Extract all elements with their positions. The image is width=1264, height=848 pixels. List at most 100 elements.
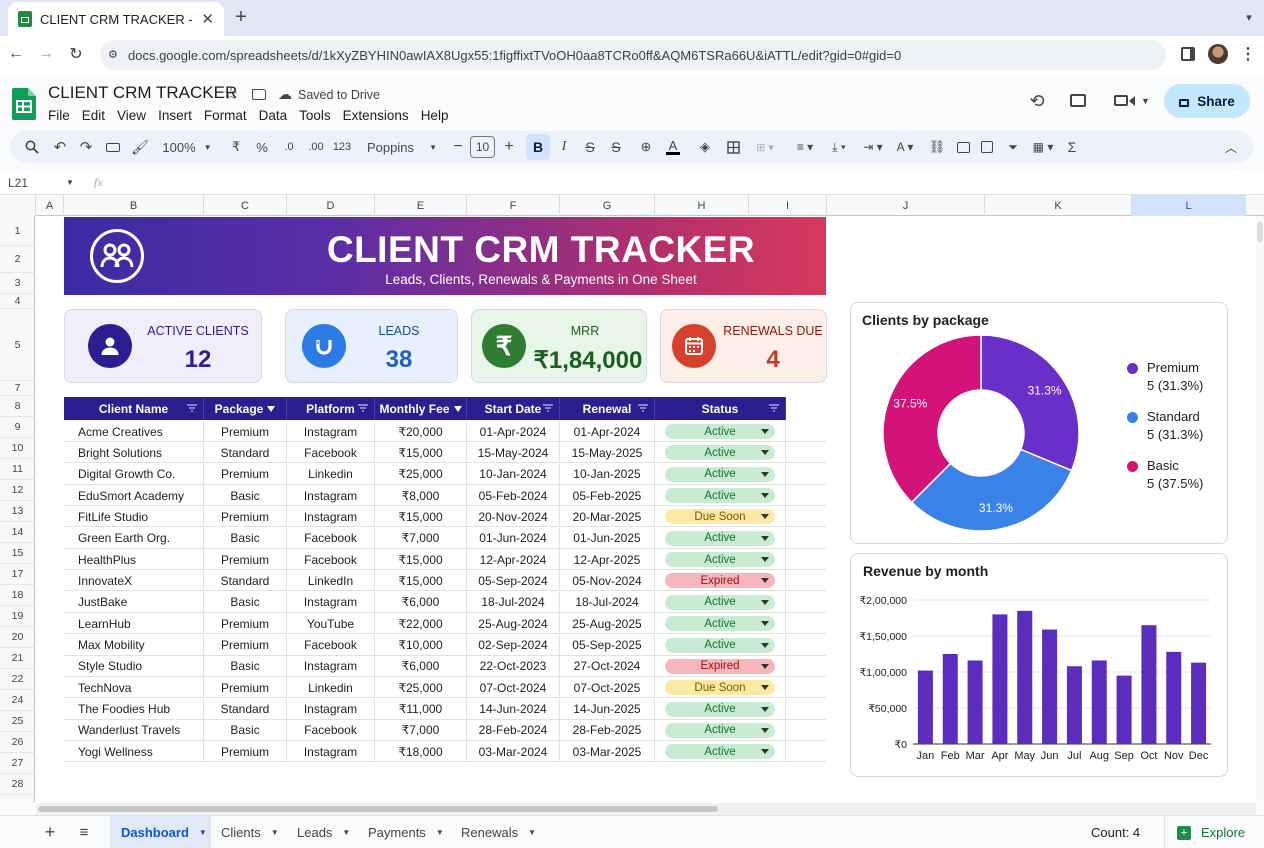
document-title[interactable]: CLIENT CRM TRACKER	[48, 83, 237, 103]
menu-insert[interactable]: Insert	[158, 108, 192, 123]
font-size-input[interactable]: 10	[470, 136, 495, 158]
row-header[interactable]: 3	[0, 273, 35, 294]
name-box[interactable]: L21	[8, 176, 28, 190]
cell-renewal[interactable]: 05-Nov-2024	[560, 570, 655, 592]
cell-renewal[interactable]: 05-Sep-2025	[560, 634, 655, 656]
vertical-scrollbar[interactable]	[1256, 216, 1264, 803]
cell-start-date[interactable]: 03-Mar-2024	[467, 741, 560, 763]
cell-platform[interactable]: Instagram	[287, 741, 375, 763]
cell-client-name[interactable]: JustBake	[64, 591, 204, 613]
status-chip[interactable]: Expired	[665, 658, 775, 674]
bar-oct[interactable]	[1141, 625, 1157, 744]
fill-color-icon[interactable]: ◈	[696, 131, 714, 163]
new-tab-icon[interactable]: +	[230, 6, 252, 28]
column-header-e[interactable]: E	[375, 195, 467, 216]
row-header[interactable]: 10	[0, 438, 35, 459]
decrease-font-size-button[interactable]: −	[451, 131, 465, 163]
cell-renewal[interactable]: 12-Apr-2025	[560, 549, 655, 571]
cell-client-name[interactable]: FitLife Studio	[64, 506, 204, 528]
cell-client-name[interactable]: LearnHub	[64, 613, 204, 635]
cell-platform[interactable]: Facebook	[287, 527, 375, 549]
cell-renewal[interactable]: 01-Jun-2025	[560, 527, 655, 549]
bar-sep[interactable]	[1116, 675, 1132, 744]
cell-status[interactable]: Due Soon	[655, 506, 786, 528]
cell-package[interactable]: Standard	[204, 570, 287, 592]
cell-start-date[interactable]: 12-Apr-2024	[467, 549, 560, 571]
row-header[interactable]: 11	[0, 459, 35, 480]
column-header-b[interactable]: B	[64, 195, 204, 216]
cell-platform[interactable]: Instagram	[287, 655, 375, 677]
header-status[interactable]: Status	[655, 397, 786, 420]
site-info-icon[interactable]: ⚙	[108, 48, 120, 61]
search-menus-icon[interactable]	[22, 131, 42, 163]
star-icon[interactable]: ☆	[222, 85, 240, 103]
row-header[interactable]: 15	[0, 543, 35, 564]
sheets-logo-icon[interactable]	[12, 88, 36, 120]
cell-renewal[interactable]: 07-Oct-2025	[560, 677, 655, 699]
pie-slice-premium[interactable]	[980, 334, 1080, 472]
cell-package[interactable]: Basic	[204, 591, 287, 613]
all-sheets-icon[interactable]: ≡	[76, 824, 92, 841]
bar-nov[interactable]	[1166, 651, 1182, 744]
cell-package[interactable]: Premium	[204, 741, 287, 763]
cell-platform[interactable]: Instagram	[287, 591, 375, 613]
cell-renewal[interactable]: 01-Apr-2024	[560, 421, 655, 442]
sheet-tab-payments[interactable]: Payments ▼	[368, 816, 444, 848]
status-chip[interactable]: Due Soon	[665, 509, 775, 525]
cell-monthly-fee[interactable]: ₹15,000	[375, 549, 467, 571]
filter-views-icon[interactable]: ▦ ▾	[1028, 131, 1058, 163]
status-chip[interactable]: Expired	[665, 573, 775, 589]
filter-icon[interactable]	[769, 404, 779, 412]
cell-client-name[interactable]: TechNova	[64, 677, 204, 699]
bar-apr[interactable]	[992, 614, 1008, 744]
row-header[interactable]: 19	[0, 606, 35, 627]
insert-link-icon[interactable]: ⛓	[928, 131, 946, 163]
filter-icon[interactable]	[358, 404, 368, 412]
cell-platform[interactable]: LinkedIn	[287, 570, 375, 592]
status-chip[interactable]: Active	[665, 701, 775, 717]
cell-platform[interactable]: Instagram	[287, 506, 375, 528]
cell-platform[interactable]: Facebook	[287, 634, 375, 656]
cell-status[interactable]: Active	[655, 421, 786, 442]
sheet-tab-leads[interactable]: Leads ▼	[297, 816, 350, 848]
row-header[interactable]: 13	[0, 501, 35, 522]
cell-platform[interactable]: Instagram	[287, 421, 375, 442]
menu-extensions[interactable]: Extensions	[343, 108, 409, 123]
cell-renewal[interactable]: 27-Oct-2024	[560, 655, 655, 677]
cell-start-date[interactable]: 10-Jan-2024	[467, 463, 560, 485]
cell-start-date[interactable]: 20-Nov-2024	[467, 506, 560, 528]
cell-client-name[interactable]: Max Mobility	[64, 634, 204, 656]
text-rotation-icon[interactable]: A ▾	[890, 131, 920, 163]
decrease-decimal-button[interactable]: .0	[280, 131, 298, 163]
cell-status[interactable]: Active	[655, 719, 786, 741]
legend-item-standard[interactable]: Standard 5 (31.3%)	[1125, 408, 1203, 444]
cell-package[interactable]: Premium	[204, 506, 287, 528]
legend-item-basic[interactable]: Basic 5 (37.5%)	[1125, 457, 1203, 493]
cell-platform[interactable]: YouTube	[287, 613, 375, 635]
version-history-icon[interactable]: ⟲	[1026, 90, 1048, 112]
close-tab-icon[interactable]: ✕	[201, 10, 214, 28]
name-box-dropdown-icon[interactable]: ▼	[66, 178, 74, 187]
row-header[interactable]: 17	[0, 564, 35, 585]
cell-monthly-fee[interactable]: ₹7,000	[375, 527, 467, 549]
cell-start-date[interactable]: 01-Apr-2024	[467, 421, 560, 442]
cell-monthly-fee[interactable]: ₹18,000	[375, 741, 467, 763]
cell-monthly-fee[interactable]: ₹15,000	[375, 442, 467, 464]
functions-icon[interactable]: Σ	[1064, 131, 1080, 163]
chevron-down-icon[interactable]	[761, 578, 769, 584]
cell-monthly-fee[interactable]: ₹8,000	[375, 485, 467, 507]
cell-status[interactable]: Active	[655, 741, 786, 763]
cell-client-name[interactable]: Bright Solutions	[64, 442, 204, 464]
url-bar[interactable]: ⚙ docs.google.com/spreadsheets/d/1kXyZBY…	[100, 40, 1166, 70]
cell-start-date[interactable]: 18-Jul-2024	[467, 591, 560, 613]
cell-platform[interactable]: Facebook	[287, 719, 375, 741]
cell-package[interactable]: Premium	[204, 421, 287, 442]
bar-aug[interactable]	[1091, 660, 1107, 744]
column-header-l[interactable]: L	[1132, 195, 1246, 216]
menu-view[interactable]: View	[117, 108, 146, 123]
explore-button[interactable]: + Explore	[1164, 816, 1264, 848]
row-header[interactable]: 27	[0, 753, 35, 774]
formula-input[interactable]	[114, 173, 1254, 193]
cell-platform[interactable]: Instagram	[287, 698, 375, 720]
row-header[interactable]: 18	[0, 585, 35, 606]
